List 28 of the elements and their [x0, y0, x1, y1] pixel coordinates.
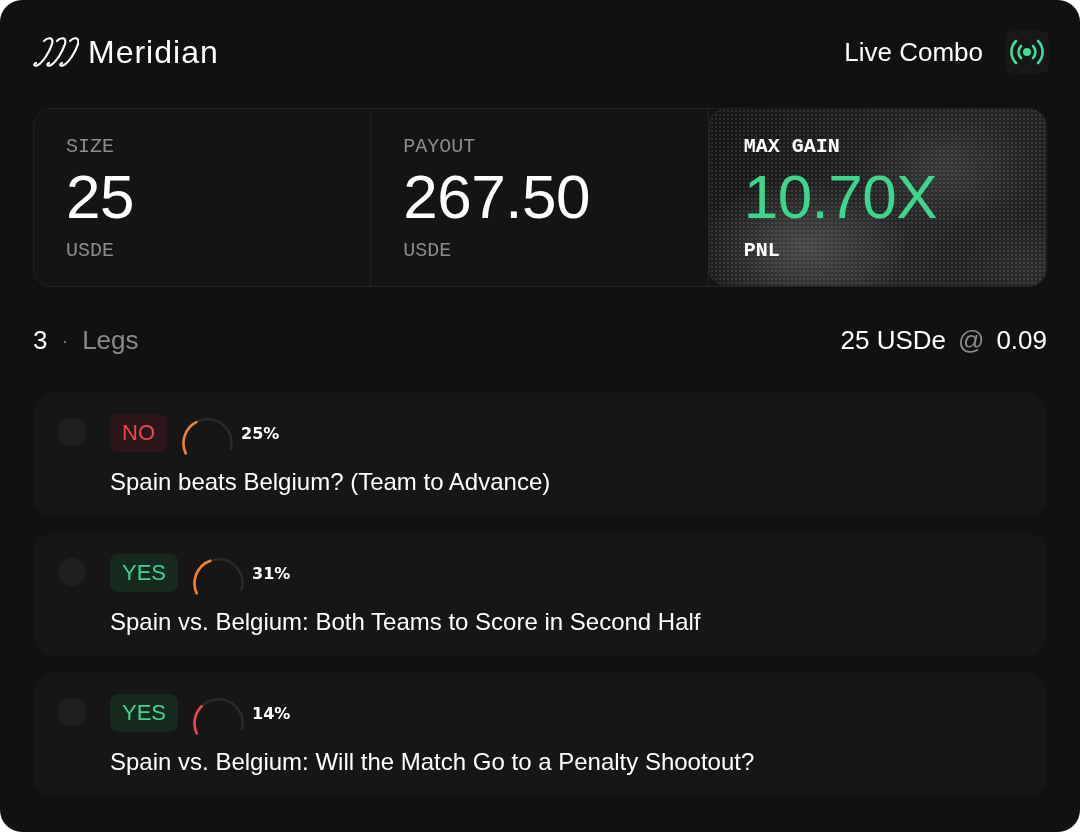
- stake-amount: 25 USDe: [840, 324, 946, 356]
- price: 0.09: [996, 324, 1047, 356]
- outcome-badge: YES: [110, 694, 179, 732]
- leg-question: Spain vs. Belgium: Will the Match Go to a Penalty Shootout?: [110, 747, 755, 777]
- legs-label: Legs: [82, 324, 139, 356]
- stat-value: 10.70X: [743, 164, 939, 230]
- stat-unit: USDE: [66, 239, 115, 263]
- probability-text: 25%: [241, 423, 280, 443]
- stat-label: PAYOUT: [403, 135, 477, 159]
- live-combo-title: Live Combo: [844, 36, 983, 69]
- logo-icon: [33, 36, 79, 68]
- legs-count: 3: [33, 324, 48, 356]
- separator: ·: [61, 328, 69, 352]
- outcome-badge: YES: [110, 554, 179, 592]
- stat-label: MAX GAIN: [743, 135, 841, 159]
- at-sign: @: [958, 324, 985, 356]
- probability-text: 31%: [252, 563, 291, 583]
- brand-name: Meridian: [88, 33, 219, 72]
- stat-value: 25: [66, 164, 135, 230]
- outcome-badge: NO: [110, 414, 167, 452]
- leg-question: Spain beats Belgium? (Team to Advance): [110, 467, 551, 497]
- stat-value: 267.50: [403, 164, 591, 230]
- probability-text: 14%: [252, 703, 291, 723]
- leg-question: Spain vs. Belgium: Both Teams to Score in Second Half: [110, 607, 701, 637]
- stat-label: SIZE: [66, 135, 115, 159]
- stat-unit: USDE: [403, 239, 453, 263]
- stat-unit: PNL: [743, 239, 781, 263]
- broadcast-icon: [1005, 30, 1049, 74]
